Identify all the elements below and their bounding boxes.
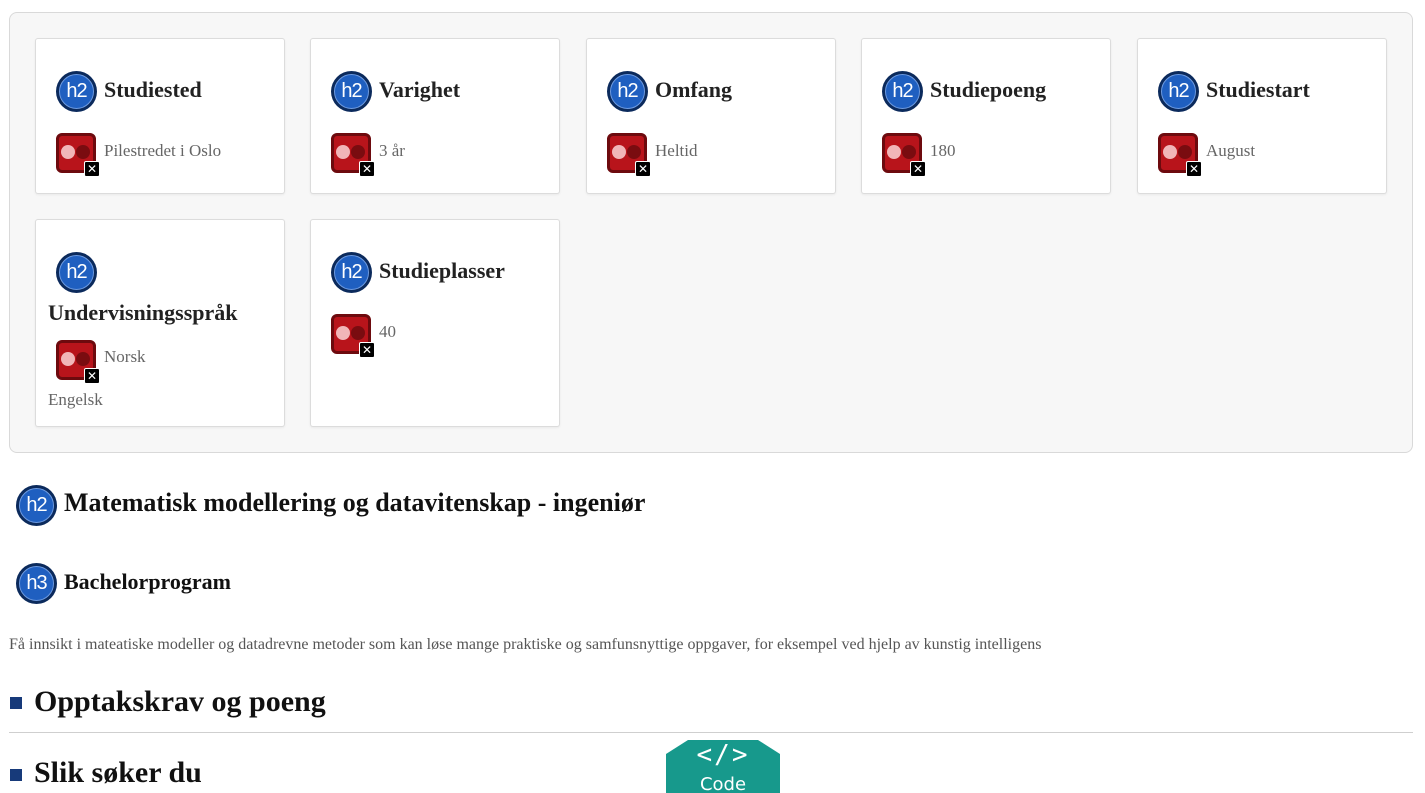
fact-card-studiested: h2 Studiested ✕ Pilestredet i Oslo	[35, 38, 285, 194]
broken-image-icon: ✕	[882, 133, 928, 179]
broken-image-icon: ✕	[1158, 133, 1204, 179]
h2-heading-icon: h2	[331, 252, 372, 293]
fact-card-title: Studiestart	[1206, 77, 1310, 102]
code-badge-label: Code	[699, 774, 747, 793]
fact-card-varighet: h2 Varighet ✕ 3 år	[310, 38, 560, 194]
fact-card-value: August	[1206, 141, 1256, 160]
code-badge-button[interactable]: </> Code	[666, 740, 780, 793]
square-bullet-icon	[10, 697, 22, 709]
broken-image-icon: ✕	[331, 314, 377, 360]
fact-card-title: Undervisningsspråk	[48, 300, 238, 325]
h2-heading-icon: h2	[56, 71, 97, 112]
fact-card-studieplasser: h2 Studieplasser ✕ 40	[310, 219, 560, 427]
fact-card-value: Norsk	[104, 347, 146, 366]
fact-card-studiestart: h2 Studiestart ✕ August	[1137, 38, 1387, 194]
fact-card-omfang: h2 Omfang ✕ Heltid	[586, 38, 836, 194]
accordion-opptakskrav[interactable]: Opptakskrav og poeng	[34, 685, 326, 719]
fact-card-title: Studiested	[104, 77, 202, 102]
fact-card-undervisningssprak: h2 Undervisningsspråk ✕ Norsk Engelsk	[35, 219, 285, 427]
accordion-divider	[9, 732, 1413, 733]
fact-card-value: 40	[379, 322, 396, 341]
facts-panel: h2 Studiested ✕ Pilestredet i Oslo h2 Va…	[9, 12, 1413, 453]
h3-heading-icon: h3	[16, 563, 57, 604]
program-title: Matematisk modellering og datavitenskap …	[64, 488, 646, 517]
fact-card-studiepoeng: h2 Studiepoeng ✕ 180	[861, 38, 1111, 194]
h2-heading-icon: h2	[607, 71, 648, 112]
program-intro: Få innsikt i mateatiske modeller og data…	[9, 636, 1042, 653]
fact-card-value-2: Engelsk	[48, 390, 103, 409]
fact-card-value: 180	[930, 141, 956, 160]
fact-card-title: Varighet	[379, 77, 461, 102]
fact-card-title: Studieplasser	[379, 258, 505, 283]
program-subtitle: Bachelorprogram	[64, 569, 232, 594]
broken-image-icon: ✕	[56, 133, 102, 179]
fact-card-title: Studiepoeng	[930, 77, 1047, 102]
accordion-slik-soker-du[interactable]: Slik søker du	[34, 756, 202, 790]
h2-heading-icon: h2	[16, 485, 57, 526]
code-icon: </>	[696, 740, 750, 770]
fact-card-value: Pilestredet i Oslo	[104, 141, 222, 160]
square-bullet-icon	[10, 769, 22, 781]
fact-card-value: Heltid	[655, 141, 698, 160]
fact-card-title: Omfang	[655, 77, 732, 102]
broken-image-icon: ✕	[56, 340, 102, 386]
broken-image-icon: ✕	[331, 133, 377, 179]
h2-heading-icon: h2	[1158, 71, 1199, 112]
h2-heading-icon: h2	[56, 252, 97, 293]
broken-image-icon: ✕	[607, 133, 653, 179]
fact-card-value: 3 år	[379, 141, 405, 160]
h2-heading-icon: h2	[882, 71, 923, 112]
h2-heading-icon: h2	[331, 71, 372, 112]
